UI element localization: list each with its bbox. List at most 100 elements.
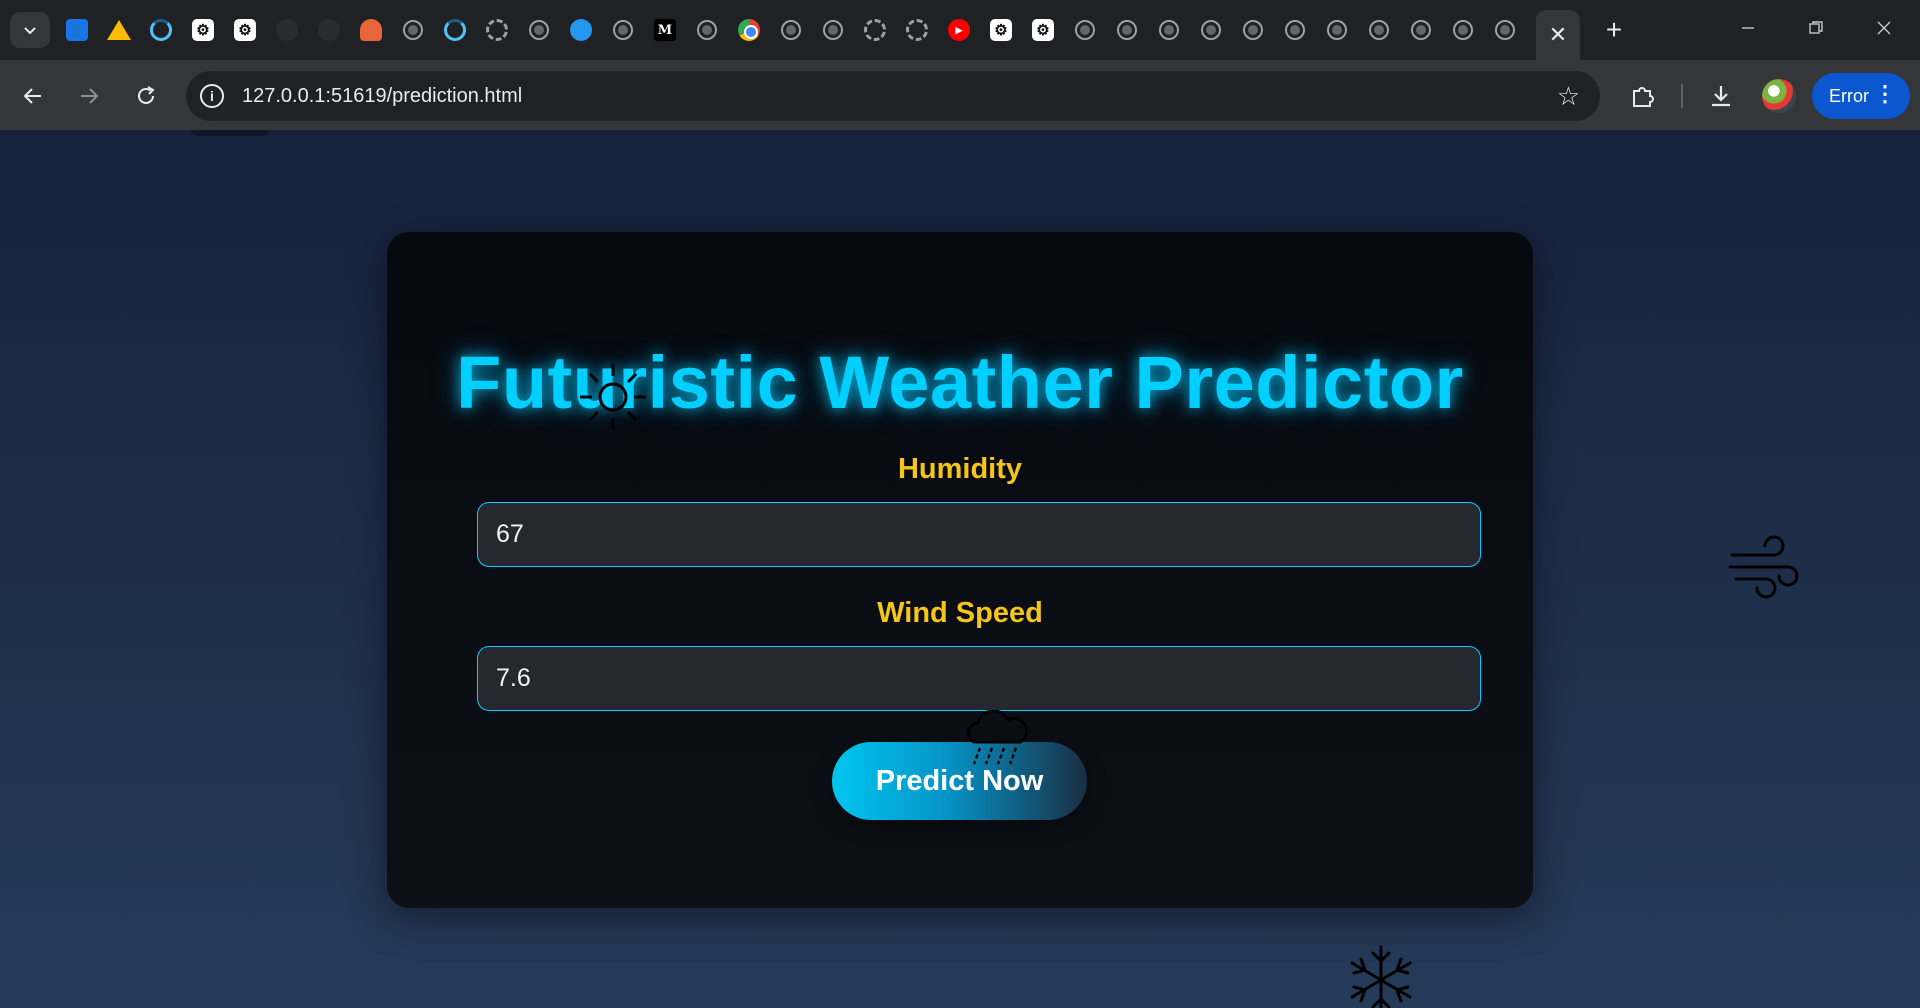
browser-tab[interactable]	[1190, 12, 1232, 48]
browser-tab[interactable]	[308, 12, 350, 48]
back-button[interactable]	[13, 76, 53, 116]
browser-tab[interactable]	[1358, 12, 1400, 48]
browser-tab[interactable]	[266, 12, 308, 48]
close-icon	[1877, 21, 1891, 35]
browser-tab[interactable]	[812, 12, 854, 48]
wind-icon	[1728, 535, 1799, 599]
more-menu-icon[interactable]: ⋮	[1874, 82, 1896, 106]
predict-now-button[interactable]: Predict Now	[832, 742, 1087, 820]
globe-icon	[1159, 20, 1179, 40]
openai-icon: ⚙	[234, 19, 256, 41]
browser-tab[interactable]	[686, 12, 728, 48]
browser-tab[interactable]: ⚙	[1022, 12, 1064, 48]
humidity-label: Humidity	[897, 453, 1023, 485]
tab-search-button[interactable]	[10, 12, 50, 48]
site-info-icon[interactable]: i	[200, 84, 224, 108]
minimize-icon	[1742, 27, 1754, 29]
loading-dashed-icon	[486, 19, 508, 41]
wind-speed-label: Wind Speed	[877, 597, 1043, 629]
profile-avatar[interactable]	[1762, 79, 1796, 113]
page-content: Futuristic Weather Predictor Humidity Wi…	[0, 130, 1920, 1008]
browser-toolbar: i 127.0.0.1:51619/prediction.html ☆ Erro…	[0, 60, 1920, 130]
browser-tab[interactable]: ⚙	[182, 12, 224, 48]
openai-icon: ⚙	[192, 19, 214, 41]
address-bar[interactable]: i 127.0.0.1:51619/prediction.html ☆	[186, 71, 1600, 121]
new-tab-button[interactable]: +	[1596, 12, 1632, 48]
sun-icon	[580, 364, 646, 430]
prediction-card: Futuristic Weather Predictor Humidity Wi…	[387, 232, 1533, 908]
globe-icon	[1453, 20, 1473, 40]
browser-tab[interactable]	[728, 12, 770, 48]
close-window-button[interactable]	[1854, 8, 1914, 48]
reload-button[interactable]	[126, 76, 166, 116]
browser-tab[interactable]	[98, 12, 140, 48]
toolbar-divider	[1681, 84, 1683, 108]
extensions-button[interactable]	[1623, 76, 1663, 116]
download-icon	[1712, 86, 1730, 107]
puzzle-icon	[1633, 87, 1654, 107]
hidden-nav-edge	[190, 130, 270, 136]
plus-icon: +	[1605, 14, 1623, 45]
google-drive-icon	[107, 20, 131, 40]
forward-button[interactable]	[69, 76, 109, 116]
browser-tab[interactable]	[1064, 12, 1106, 48]
downloads-button[interactable]	[1701, 76, 1741, 116]
browser-tab[interactable]	[854, 12, 896, 48]
browser-tab[interactable]: 👤	[56, 12, 98, 48]
wind-speed-input[interactable]	[477, 646, 1481, 711]
browser-tab[interactable]: ▶	[938, 12, 980, 48]
youtube-icon: ▶	[948, 19, 970, 41]
loading-icon	[444, 19, 466, 41]
browser-tab[interactable]	[1106, 12, 1148, 48]
browser-tab[interactable]: ⚙	[980, 12, 1022, 48]
globe-icon	[1495, 20, 1515, 40]
globe-icon	[1117, 20, 1137, 40]
url-text[interactable]: 127.0.0.1:51619/prediction.html	[242, 85, 522, 108]
restore-button[interactable]	[1786, 8, 1846, 48]
browser-tab[interactable]	[602, 12, 644, 48]
browser-tab[interactable]	[1148, 12, 1190, 48]
browser-tab[interactable]	[1316, 12, 1358, 48]
browser-tab[interactable]	[560, 12, 602, 48]
browser-tab[interactable]	[140, 12, 182, 48]
browser-tab[interactable]	[434, 12, 476, 48]
globe-icon	[529, 20, 549, 40]
arrow-right-icon	[81, 88, 99, 104]
browser-tab[interactable]: ⚙	[224, 12, 266, 48]
browser-tab[interactable]	[770, 12, 812, 48]
medium-icon: M	[654, 19, 676, 41]
globe-icon	[1075, 20, 1095, 40]
globe-icon	[613, 20, 633, 40]
globe-icon	[1411, 20, 1431, 40]
dim-icon	[276, 19, 298, 41]
tab-list: 👤 ⚙ ⚙ M ▶ ⚙ ⚙	[56, 12, 1568, 48]
browser-tab[interactable]	[518, 12, 560, 48]
minimize-button[interactable]	[1718, 8, 1778, 48]
arrow-left-icon	[23, 88, 41, 104]
openai-icon: ⚙	[990, 19, 1012, 41]
humidity-input[interactable]	[477, 502, 1481, 567]
chevron-down-icon	[24, 27, 36, 35]
loading-dashed-icon	[906, 19, 928, 41]
browser-tab[interactable]	[392, 12, 434, 48]
openai-icon: ⚙	[1032, 19, 1054, 41]
chrome-icon	[738, 19, 760, 41]
browser-tab[interactable]	[1274, 12, 1316, 48]
globe-icon	[697, 20, 717, 40]
browser-tab[interactable]	[476, 12, 518, 48]
snowflake-icon	[1350, 945, 1412, 1008]
profile-error-button[interactable]: Error ⋮	[1812, 73, 1910, 119]
browser-tab[interactable]	[350, 12, 392, 48]
globe-icon	[1201, 20, 1221, 40]
browser-tab[interactable]: M	[644, 12, 686, 48]
page-title: Futuristic Weather Predictor	[456, 341, 1464, 424]
browser-tab[interactable]	[1484, 12, 1526, 48]
browser-tab[interactable]	[1442, 12, 1484, 48]
bookmark-star-icon[interactable]: ☆	[1557, 81, 1580, 112]
close-tab-icon[interactable]: ✕	[1549, 22, 1567, 48]
browser-tab[interactable]	[1400, 12, 1442, 48]
browser-tab[interactable]	[1232, 12, 1274, 48]
reload-icon	[138, 86, 155, 104]
browser-tab[interactable]	[896, 12, 938, 48]
active-tab[interactable]: ✕	[1536, 10, 1580, 60]
